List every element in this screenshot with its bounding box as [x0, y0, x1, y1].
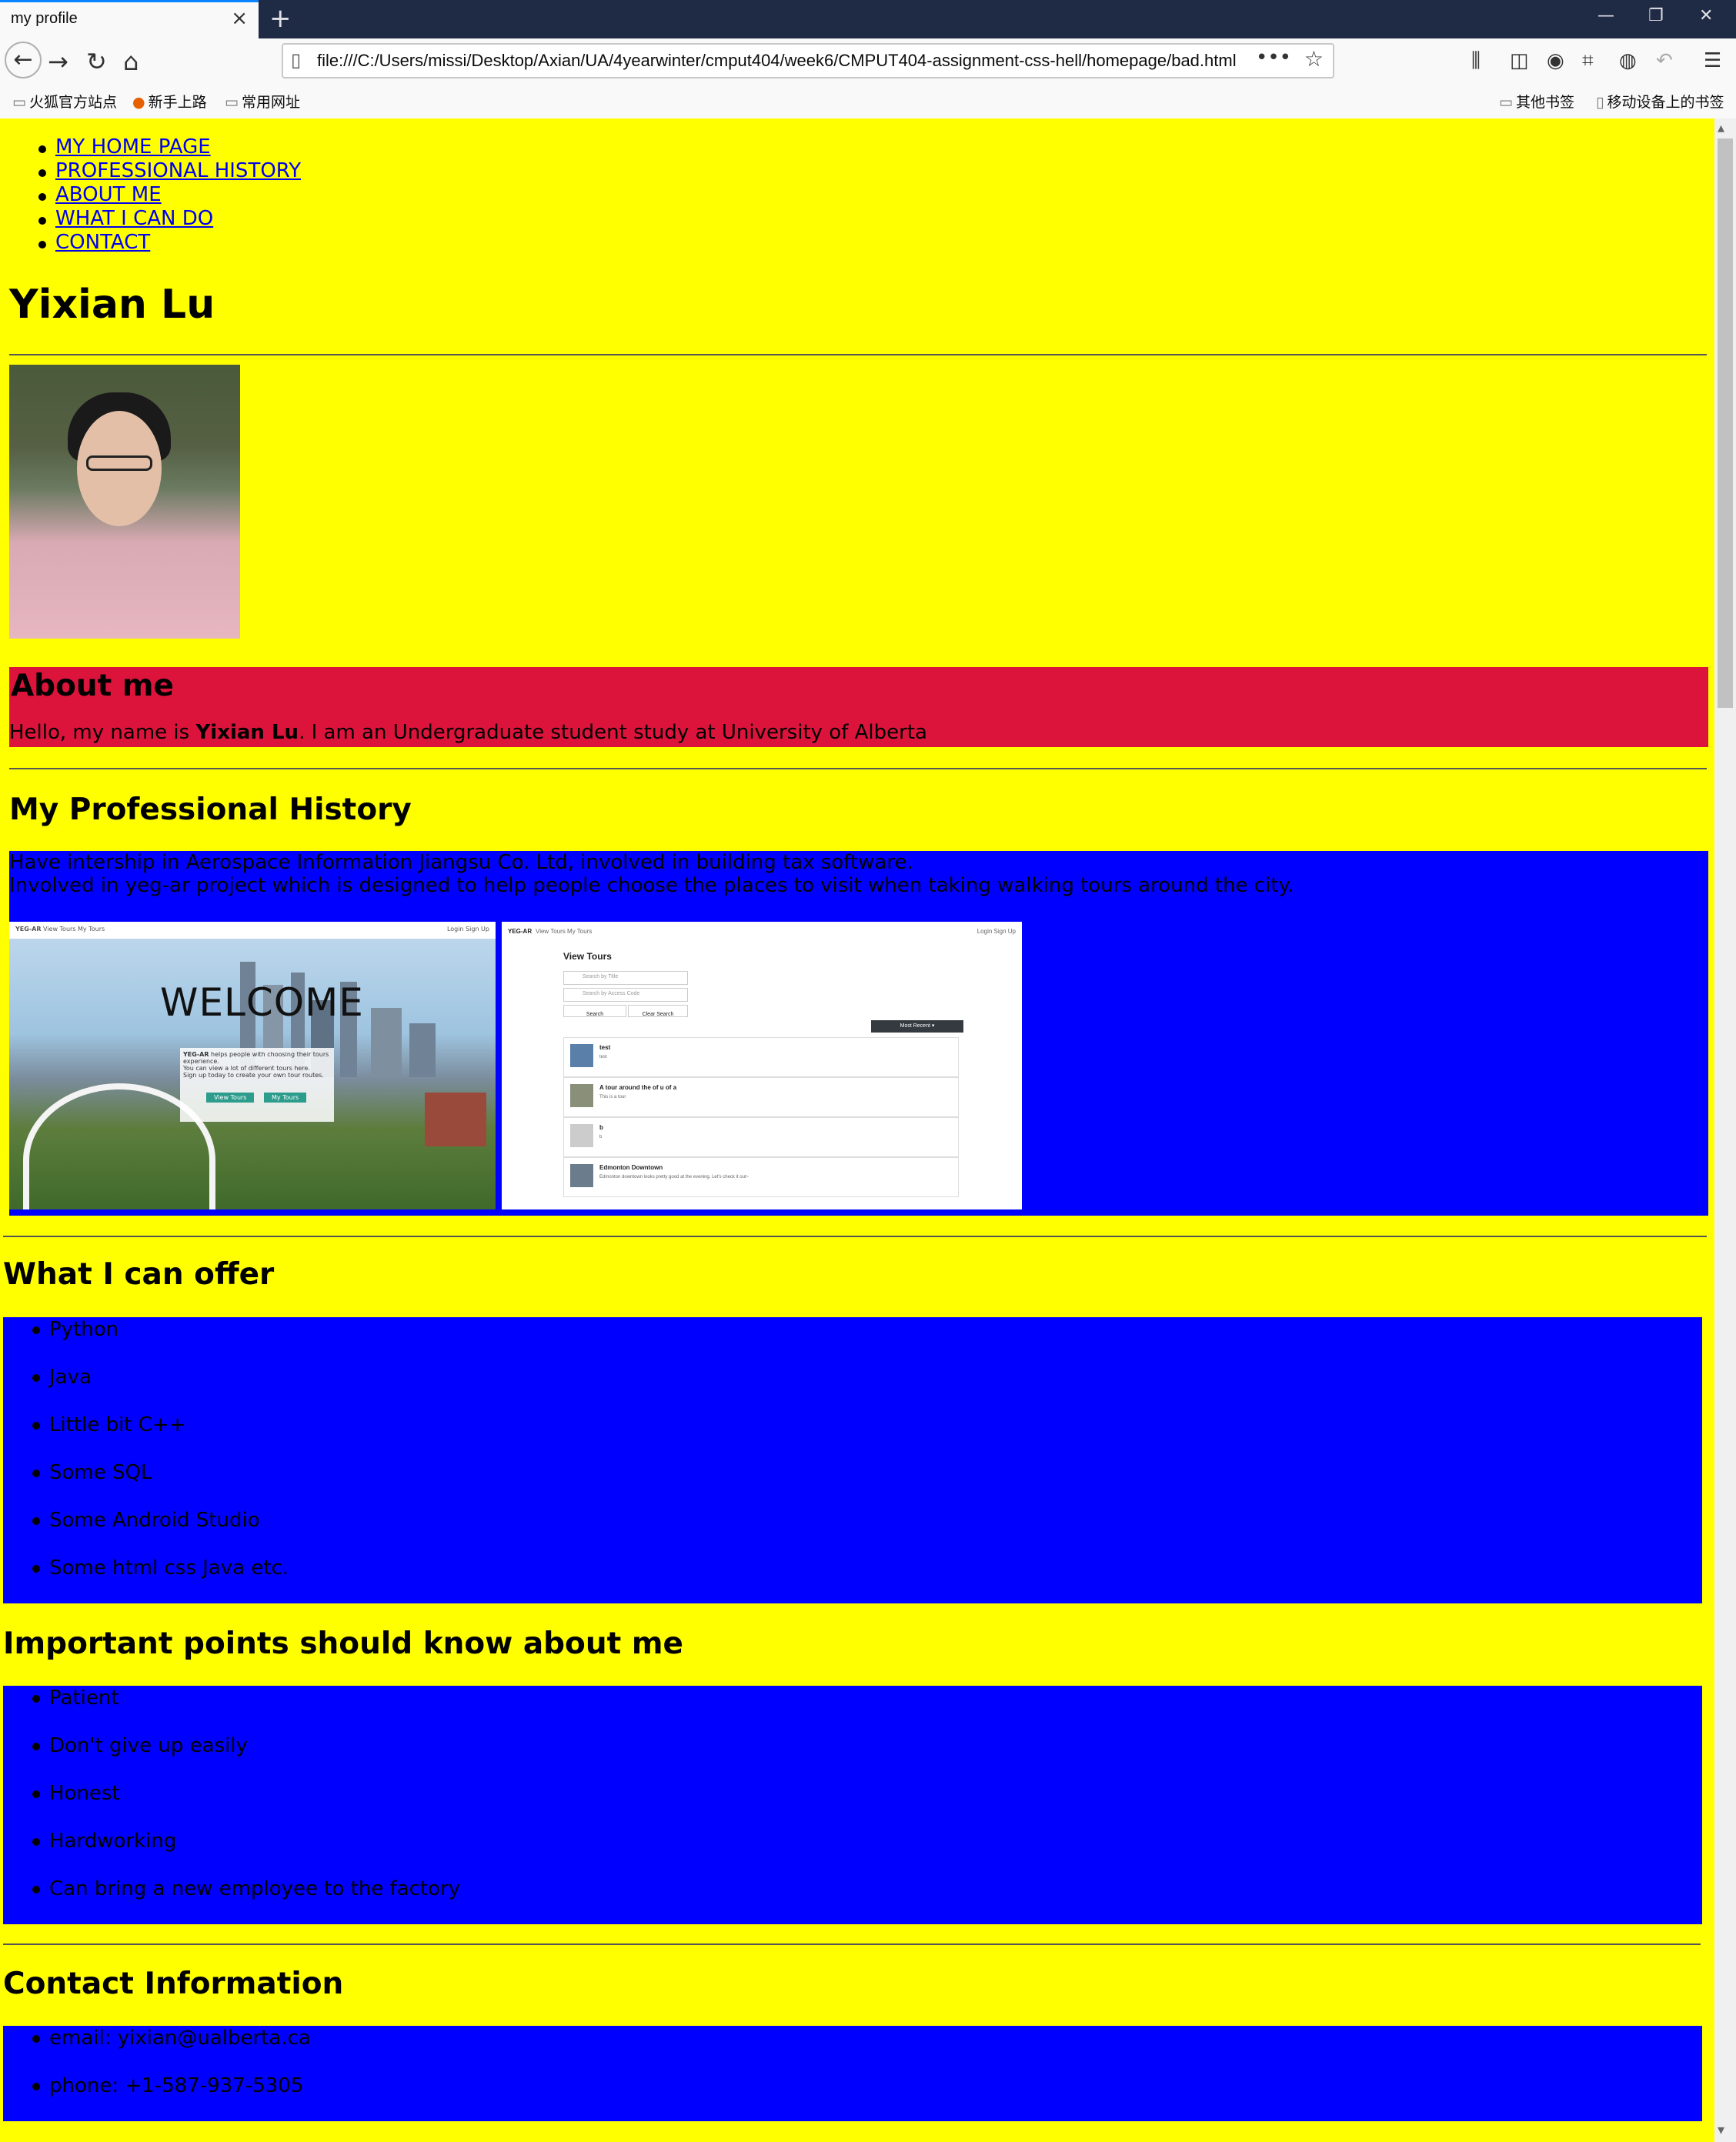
bookmark-item[interactable]: ▭ 火狐官方站点	[12, 91, 117, 112]
firefox-icon: ●	[132, 94, 145, 111]
url-text[interactable]: file:///C:/Users/missi/Desktop/Axian/UA/…	[317, 51, 1253, 71]
profile-photo	[9, 365, 240, 639]
scroll-up-icon[interactable]: ▴	[1718, 120, 1724, 136]
divider	[9, 354, 1707, 355]
list-item: Hardworking	[31, 1829, 460, 1877]
mobile-icon: ▯	[1596, 94, 1604, 111]
tab-title: my profile	[11, 10, 78, 27]
scroll-down-icon[interactable]: ▾	[1718, 2122, 1724, 2138]
sidebar-icon[interactable]: ◫	[1510, 49, 1529, 72]
bookmark-item[interactable]: ▭ 其他书签	[1499, 91, 1574, 112]
site-navigation: MY HOME PAGE PROFESSIONAL HISTORY ABOUT …	[37, 135, 301, 255]
scrollbar-thumb[interactable]	[1718, 138, 1733, 708]
tab-my-profile[interactable]: my profile ×	[0, 0, 259, 38]
offer-list: Python Java Little bit C++ Some SQL Some…	[31, 1317, 289, 1603]
offer-title: What I can offer	[3, 1257, 275, 1292]
folder-icon: ▭	[12, 94, 26, 111]
tour-row: test test	[563, 1037, 959, 1077]
back-icon[interactable]: ←	[5, 42, 42, 78]
restore-icon[interactable]: ❐	[1648, 6, 1664, 25]
bookmarks-toolbar: ▭ 火狐官方站点 ● 新手上路 ▭ 常用网址 ▭ 其他书签 ▯ 移动设备上的书签	[0, 85, 1736, 119]
new-tab-icon[interactable]: +	[269, 3, 292, 34]
page-actions-icon[interactable]: •••	[1256, 46, 1291, 69]
nav-item-home: MY HOME PAGE	[37, 135, 301, 159]
url-bar[interactable]: ▯ file:///C:/Users/missi/Desktop/Axian/U…	[282, 43, 1334, 78]
list-item: Java	[31, 1365, 289, 1413]
tour-row: A tour around the of u of a This is a tou…	[563, 1077, 959, 1117]
about-title: About me	[11, 669, 174, 703]
tab-bar: my profile × + — ❐ ✕	[0, 0, 1736, 38]
photo-glasses	[86, 455, 152, 471]
list-item: Some SQL	[31, 1460, 289, 1508]
divider	[3, 1943, 1701, 1945]
nav-link-skills[interactable]: WHAT I CAN DO	[55, 207, 213, 230]
points-title: Important points should know about me	[3, 1627, 683, 1661]
minimize-icon[interactable]: —	[1597, 6, 1614, 25]
contact-list: email: yixian@ualberta.ca phone: +1-587-…	[31, 2026, 311, 2121]
nav-item-history: PROFESSIONAL HISTORY	[37, 159, 301, 183]
about-text: Hello, my name is Yixian Lu. I am an Und…	[9, 721, 927, 744]
bookmark-star-icon[interactable]: ☆	[1304, 46, 1324, 72]
chat-icon[interactable]: ◍	[1619, 49, 1637, 72]
screenshot-navbar: YEG-AR View Tours My Tours Login Sign Up	[9, 922, 496, 939]
list-item: Python	[31, 1317, 289, 1365]
list-item: Little bit C++	[31, 1413, 289, 1460]
bookmark-item[interactable]: ▯ 移动设备上的书签	[1596, 91, 1724, 112]
divider	[9, 768, 1707, 769]
page-scrollbar[interactable]: ▴ ▾	[1714, 118, 1736, 2142]
home-icon[interactable]: ⌂	[123, 45, 139, 78]
tour-row: bb	[563, 1117, 959, 1157]
reload-icon[interactable]: ↻	[86, 45, 107, 78]
history-line-1: Have intership in Aerospace Information …	[9, 851, 913, 874]
nav-link-about[interactable]: ABOUT ME	[55, 183, 162, 206]
contact-section: email: yixian@ualberta.ca phone: +1-587-…	[3, 2026, 1702, 2121]
list-item: Some html css Java etc.	[31, 1556, 289, 1603]
contact-email: email: yixian@ualberta.ca	[31, 2026, 311, 2074]
forward-icon[interactable]: →	[48, 45, 68, 78]
nav-item-about: ABOUT ME	[37, 183, 301, 207]
welcome-card: YEG-AR helps people with choosing their …	[180, 1048, 334, 1122]
nav-item-skills: WHAT I CAN DO	[37, 207, 301, 231]
close-tab-icon[interactable]: ×	[231, 7, 248, 30]
history-line-2: Involved in yeg-ar project which is desi…	[9, 874, 1294, 897]
library-icon[interactable]: ⫼	[1471, 49, 1481, 73]
close-window-icon[interactable]: ✕	[1699, 6, 1713, 25]
list-item: Can bring a new employee to the factory	[31, 1877, 460, 1924]
menu-icon[interactable]: ☰	[1704, 49, 1721, 72]
points-list: Patient Don't give up easily Honest Hard…	[31, 1686, 460, 1924]
divider	[3, 1236, 1707, 1237]
list-item: Honest	[31, 1781, 460, 1829]
list-item: Patient	[31, 1686, 460, 1733]
about-section: About me Hello, my name is Yixian Lu. I …	[9, 667, 1708, 747]
page-title: Yixian Lu	[9, 282, 215, 328]
history-title: My Professional History	[9, 792, 412, 827]
undo-icon[interactable]: ↶	[1656, 49, 1673, 72]
list-item: Some Android Studio	[31, 1508, 289, 1556]
screenshot-icon[interactable]: ⌗	[1582, 49, 1594, 73]
nav-link-home[interactable]: MY HOME PAGE	[55, 135, 211, 158]
welcome-heading: WELCOME	[160, 980, 364, 1025]
nav-link-contact[interactable]: CONTACT	[55, 231, 150, 254]
page-icon: ▯	[291, 49, 302, 71]
history-section: Have intership in Aerospace Information …	[9, 851, 1708, 1216]
yeg-ar-home-screenshot: YEG-AR View Tours My Tours Login Sign Up…	[9, 922, 496, 1209]
account-icon[interactable]: ◉	[1547, 49, 1564, 72]
offer-section: Python Java Little bit C++ Some SQL Some…	[3, 1317, 1702, 1603]
nav-link-history[interactable]: PROFESSIONAL HISTORY	[55, 159, 301, 182]
folder-icon: ▭	[1499, 94, 1513, 111]
nav-item-contact: CONTACT	[37, 231, 301, 255]
bookmark-item[interactable]: ● 新手上路	[132, 91, 207, 112]
contact-title: Contact Information	[3, 1967, 344, 2001]
folder-icon: ▭	[225, 94, 239, 111]
bookmark-item[interactable]: ▭ 常用网址	[225, 91, 300, 112]
tour-row: Edmonton Downtown Edmonton downtown looks…	[563, 1157, 959, 1197]
points-section: Patient Don't give up easily Honest Hard…	[3, 1686, 1702, 1924]
yeg-ar-tours-screenshot: YEG-AR View Tours My Tours Login Sign Up…	[502, 922, 1022, 1209]
page-content: MY HOME PAGE PROFESSIONAL HISTORY ABOUT …	[0, 118, 1714, 2142]
contact-phone: phone: +1-587-937-5305	[31, 2074, 311, 2121]
list-item: Don't give up easily	[31, 1733, 460, 1781]
